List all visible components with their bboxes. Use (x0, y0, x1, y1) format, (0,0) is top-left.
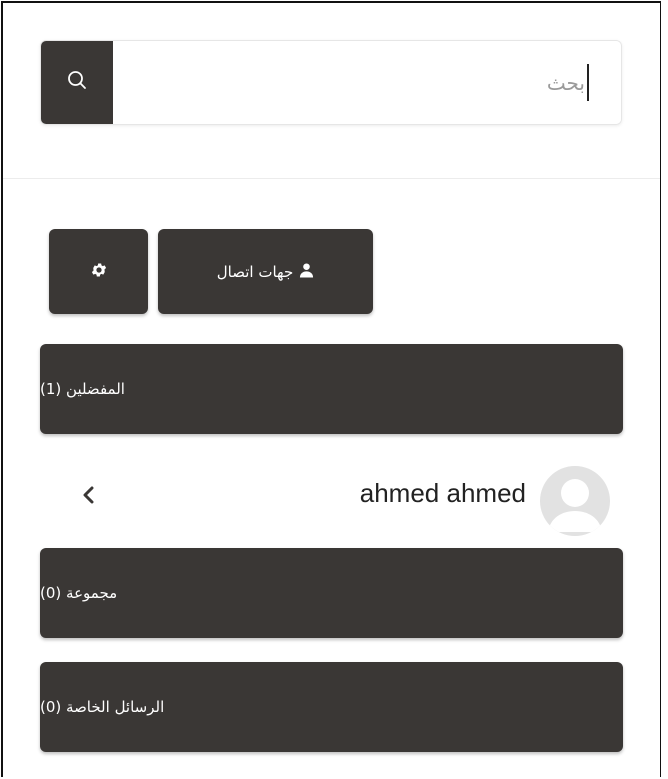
search-input[interactable] (113, 41, 621, 124)
contact-row[interactable]: ahmed ahmed (40, 460, 623, 536)
default-avatar-icon (540, 466, 610, 536)
private-messages-section-header[interactable]: الرسائل الخاصة (0) (40, 662, 623, 752)
contact-name: ahmed ahmed (359, 478, 526, 508)
header-divider (3, 178, 660, 179)
chevron-left-icon[interactable] (78, 480, 98, 510)
groups-label: مجموعة (0) (40, 584, 118, 602)
gear-icon (90, 261, 108, 283)
user-icon (299, 262, 314, 282)
settings-button[interactable] (49, 229, 148, 314)
search-icon (67, 70, 87, 95)
favorites-section-header[interactable]: المفضلين (1) (40, 344, 623, 434)
private-messages-label: الرسائل الخاصة (0) (40, 698, 165, 716)
search-bar (40, 40, 622, 125)
groups-section-header[interactable]: مجموعة (0) (40, 548, 623, 638)
contacts-label: جهات اتصال (216, 262, 294, 281)
text-caret (587, 64, 589, 101)
favorites-label: المفضلين (1) (40, 380, 125, 398)
search-button[interactable] (41, 41, 113, 124)
contacts-button[interactable]: جهات اتصال (158, 229, 373, 314)
